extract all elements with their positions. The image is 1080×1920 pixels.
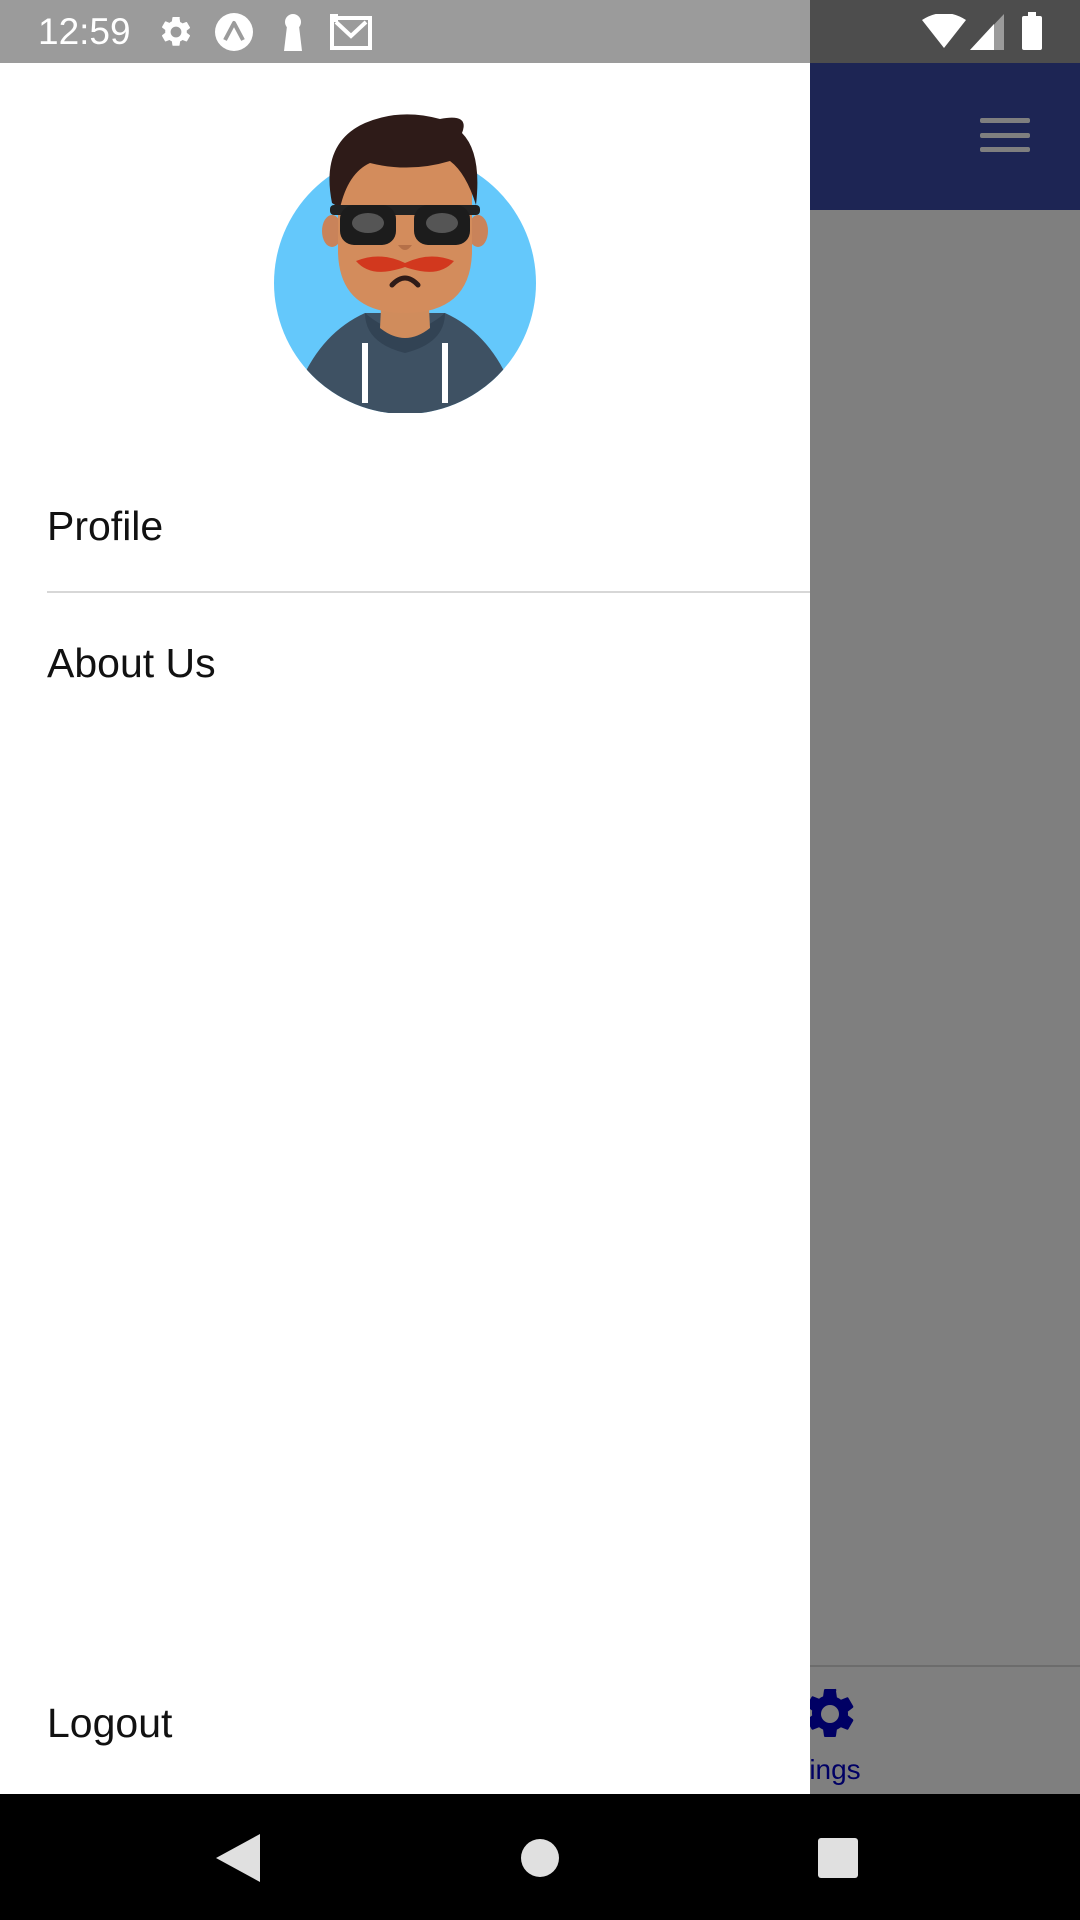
- navigation-drawer: Profile About Us Logout: [0, 63, 810, 1794]
- avatar: [274, 114, 536, 413]
- keyhole-icon: [284, 14, 302, 51]
- drawer-item-about-us[interactable]: About Us: [47, 640, 810, 687]
- back-icon[interactable]: [216, 1834, 260, 1882]
- drawer-item-logout[interactable]: Logout: [47, 1700, 810, 1747]
- drawer-item-profile[interactable]: Profile: [47, 503, 810, 550]
- expo-icon: [215, 13, 253, 51]
- divider: [47, 591, 810, 593]
- signal-icon: [970, 14, 1004, 50]
- status-bar: 12:59: [0, 0, 1080, 63]
- wifi-icon: [922, 14, 966, 48]
- recents-icon[interactable]: [818, 1838, 858, 1878]
- home-icon[interactable]: [520, 1838, 560, 1878]
- gear-icon: [161, 16, 191, 46]
- system-navigation-bar: [0, 1794, 1080, 1920]
- battery-icon: [1022, 12, 1042, 50]
- screen: ings 12:59: [0, 0, 1080, 1920]
- gmail-icon: [330, 14, 372, 50]
- status-time: 12:59: [38, 11, 131, 52]
